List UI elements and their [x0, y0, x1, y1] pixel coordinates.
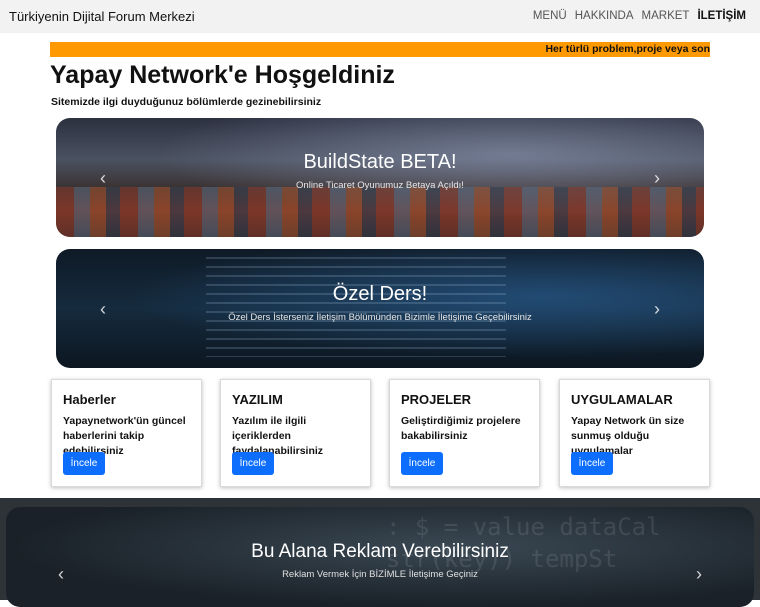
incele-button-projects[interactable]: İncele: [401, 452, 443, 475]
card-software: YAZILIM Yazılım ile ilgili içeriklerden …: [220, 379, 371, 487]
nav-menu[interactable]: MENÜ: [533, 10, 567, 22]
card-title: PROJELER: [401, 392, 472, 407]
nav-market[interactable]: MARKET: [642, 10, 690, 22]
card-apps: UYGULAMALAR Yapay Network ün size sunmuş…: [559, 379, 710, 487]
slide-caption: Özel Ders İsterseniz İletişim Bölümünden…: [228, 312, 532, 323]
carousel-slide-buildstate[interactable]: BuildState BETA! Online Ticaret Oyunumuz…: [56, 118, 704, 237]
card-news: Haberler Yapaynetwork'ün güncel haberler…: [51, 379, 202, 487]
carousel-prev-icon[interactable]: ‹: [100, 169, 106, 187]
nav-about[interactable]: HAKKINDA: [575, 10, 634, 22]
card-projects: PROJELER Geliştirdiğimiz projelere bakab…: [389, 379, 540, 487]
carousel-prev-icon[interactable]: ‹: [100, 300, 106, 318]
ad-title: Bu Alana Reklam Verebilirsiniz: [251, 541, 509, 562]
card-text: Geliştirdiğimiz projelere bakabilirsiniz: [401, 415, 521, 442]
ticker-text: Her türlü problem,proje veya son: [545, 43, 710, 55]
navbar: Türkiyenin Dijital Forum Merkezi MENÜ HA…: [0, 0, 760, 33]
carousel-slide-private-lesson[interactable]: Özel Ders! Özel Ders İsterseniz İletişim…: [56, 249, 704, 368]
card-title: UYGULAMALAR: [571, 392, 673, 407]
card-title: Haberler: [63, 392, 116, 407]
announcement-ticker: Her türlü problem,proje veya son: [50, 42, 710, 57]
carousel-prev-icon[interactable]: ‹: [58, 565, 64, 583]
card-title: YAZILIM: [232, 392, 283, 407]
slide-title: BuildState BETA!: [303, 151, 457, 173]
brand-title[interactable]: Türkiyenin Dijital Forum Merkezi: [9, 9, 195, 24]
ad-caption: Reklam Vermek İçin BİZİMLE İletişime Geç…: [282, 569, 478, 580]
welcome-title: Yapay Network'e Hoşgeldiniz: [50, 61, 395, 89]
nav-links: MENÜ HAKKINDA MARKET İLETİŞİM: [533, 10, 746, 22]
code-background-image: [206, 257, 506, 357]
carousel-next-icon[interactable]: ›: [696, 565, 702, 583]
carousel-next-icon[interactable]: ›: [654, 169, 660, 187]
container-port-image: [56, 187, 704, 237]
welcome-subtitle: Sitemizde ilgi duyduğunuz bölümlerde gez…: [51, 96, 322, 108]
ad-carousel-slide[interactable]: : $ = value dataCal str(key)) tempSt Bu A…: [6, 507, 754, 607]
ad-section: : $ = value dataCal str(key)) tempSt Bu A…: [0, 498, 760, 607]
incele-button-news[interactable]: İncele: [63, 452, 105, 475]
incele-button-apps[interactable]: İncele: [571, 452, 613, 475]
slide-caption: Online Ticaret Oyunumuz Betaya Açıldı!: [296, 180, 464, 191]
nav-contact[interactable]: İLETİŞİM: [697, 10, 746, 22]
slide-title: Özel Ders!: [332, 283, 428, 305]
incele-button-software[interactable]: İncele: [232, 452, 274, 475]
carousel-next-icon[interactable]: ›: [654, 300, 660, 318]
